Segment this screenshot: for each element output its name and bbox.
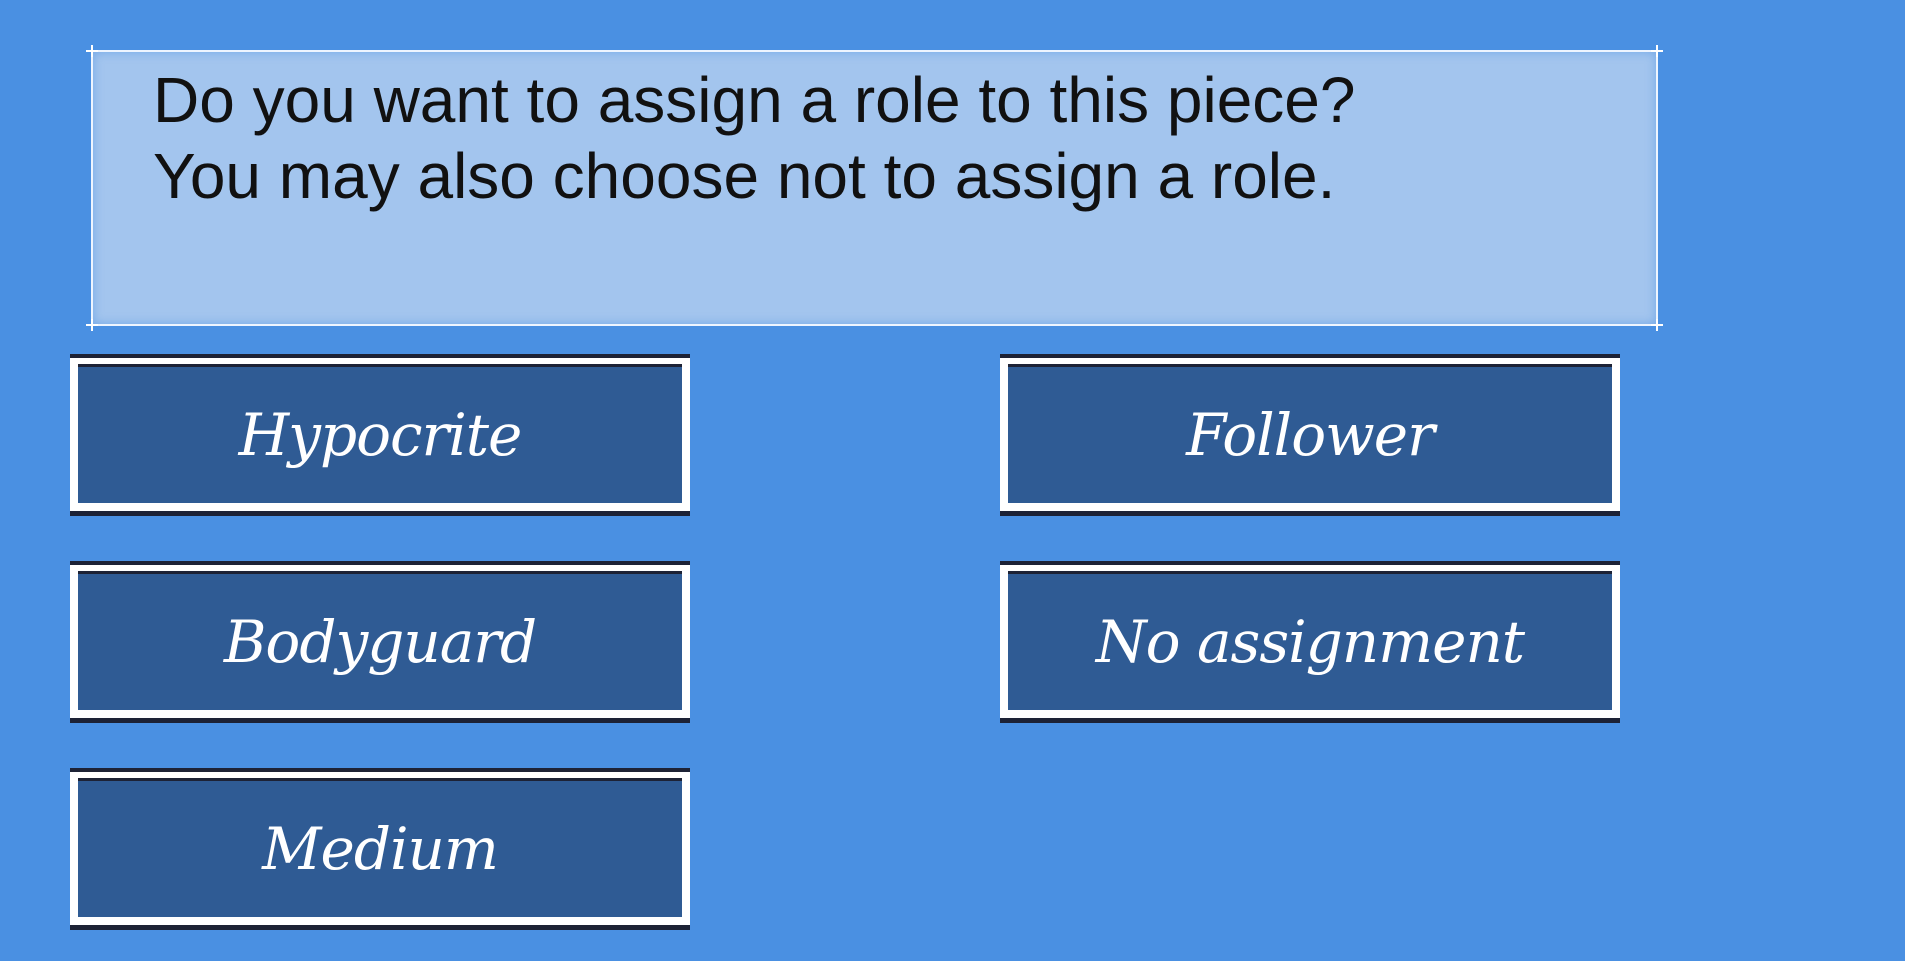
follower-button[interactable]: Follower bbox=[1000, 354, 1620, 516]
resize-handle-top-left bbox=[86, 45, 98, 57]
hypocrite-label: Hypocrite bbox=[238, 401, 523, 469]
prompt-question: Do you want to assign a role to this pie… bbox=[153, 64, 1356, 136]
hypocrite-button-face[interactable]: Hypocrite bbox=[78, 364, 682, 503]
medium-label: Medium bbox=[262, 815, 499, 883]
hypocrite-button[interactable]: Hypocrite bbox=[70, 354, 690, 516]
bodyguard-button-face[interactable]: Bodyguard bbox=[78, 571, 682, 710]
no-assignment-button-face[interactable]: No assignment bbox=[1008, 571, 1612, 710]
follower-button-face[interactable]: Follower bbox=[1008, 364, 1612, 503]
resize-handle-top-right bbox=[1651, 45, 1663, 57]
resize-handle-bottom-right bbox=[1651, 319, 1663, 331]
medium-button[interactable]: Medium bbox=[70, 768, 690, 930]
resize-handle-bottom-left bbox=[86, 319, 98, 331]
no-assignment-label: No assignment bbox=[1095, 608, 1525, 676]
no-assignment-button[interactable]: No assignment bbox=[1000, 561, 1620, 723]
bodyguard-button[interactable]: Bodyguard bbox=[70, 561, 690, 723]
follower-label: Follower bbox=[1186, 401, 1435, 469]
prompt-hint: You may also choose not to assign a role… bbox=[153, 140, 1336, 212]
medium-button-face[interactable]: Medium bbox=[78, 778, 682, 917]
bodyguard-label: Bodyguard bbox=[223, 608, 537, 676]
role-prompt-box: Do you want to assign a role to this pie… bbox=[86, 45, 1663, 331]
